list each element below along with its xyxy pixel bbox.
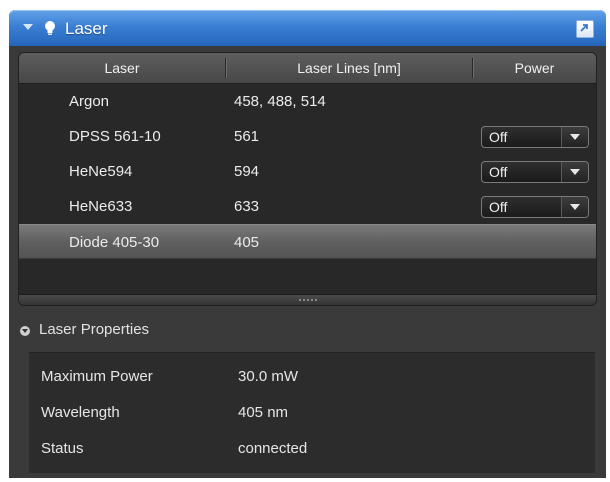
power-dropdown[interactable]: Off — [481, 196, 589, 218]
column-header-laser-lines[interactable]: Laser Lines [nm] — [226, 53, 472, 83]
laser-panel: Laser Laser Laser Lines [nm] Power Argon… — [9, 10, 606, 478]
panel-titlebar[interactable]: Laser — [9, 10, 606, 46]
property-label: Maximum Power — [41, 368, 153, 385]
grip-icon — [299, 299, 317, 301]
laser-lines: 405 — [234, 234, 260, 251]
laser-properties-panel: Maximum Power 30.0 mW Wavelength 405 nm … — [29, 352, 595, 473]
undock-icon[interactable] — [576, 20, 594, 38]
table-row[interactable]: Argon 458, 488, 514 — [19, 84, 596, 119]
laser-lines: 458, 488, 514 — [234, 93, 326, 110]
laser-lines: 594 — [234, 163, 260, 180]
laser-name: DPSS 561-10 — [69, 128, 161, 145]
panel-title: Laser — [65, 19, 108, 38]
laser-table: Laser Laser Lines [nm] Power Argon 458, … — [18, 52, 597, 306]
chevron-down-icon — [570, 204, 580, 210]
laser-name: Argon — [69, 93, 110, 110]
table-row[interactable]: HeNe594 594 Off — [19, 154, 596, 189]
property-label: Wavelength — [41, 404, 120, 421]
laser-lines: 633 — [234, 198, 260, 215]
power-dropdown[interactable]: Off — [481, 126, 589, 148]
power-value: Off — [489, 129, 508, 145]
table-row-selected[interactable]: Diode 405-30 405 — [19, 224, 596, 259]
property-row: Maximum Power 30.0 mW — [29, 359, 595, 395]
laser-name: HeNe594 — [69, 163, 133, 180]
property-label: Status — [41, 440, 84, 457]
table-row[interactable]: HeNe633 633 Off — [19, 189, 596, 224]
chevron-down-icon[interactable] — [20, 326, 30, 336]
column-header-power[interactable]: Power — [473, 53, 596, 83]
chevron-down-icon — [570, 169, 580, 175]
chevron-down-icon[interactable] — [23, 24, 33, 30]
power-value: Off — [489, 164, 508, 180]
power-value: Off — [489, 199, 508, 215]
column-header-laser[interactable]: Laser — [19, 53, 225, 83]
lightbulb-icon — [45, 21, 55, 35]
table-header: Laser Laser Lines [nm] Power — [19, 53, 596, 84]
table-resize-handle[interactable] — [19, 294, 596, 305]
dropdown-button[interactable] — [561, 197, 588, 217]
power-dropdown[interactable]: Off — [481, 161, 589, 183]
chevron-down-icon — [570, 134, 580, 140]
property-value: connected — [238, 440, 308, 457]
property-row: Wavelength 405 nm — [29, 395, 595, 431]
section-title: Laser Properties — [39, 321, 150, 338]
property-value: 405 nm — [238, 404, 289, 421]
dropdown-button[interactable] — [561, 127, 588, 147]
laser-name: Diode 405-30 — [69, 234, 160, 251]
property-row: Status connected — [29, 431, 595, 467]
property-value: 30.0 mW — [238, 368, 299, 385]
table-row[interactable]: DPSS 561-10 561 Off — [19, 119, 596, 154]
laser-name: HeNe633 — [69, 198, 133, 215]
laser-lines: 561 — [234, 128, 260, 145]
laser-properties-header[interactable]: Laser Properties — [9, 312, 606, 348]
dropdown-button[interactable] — [561, 162, 588, 182]
